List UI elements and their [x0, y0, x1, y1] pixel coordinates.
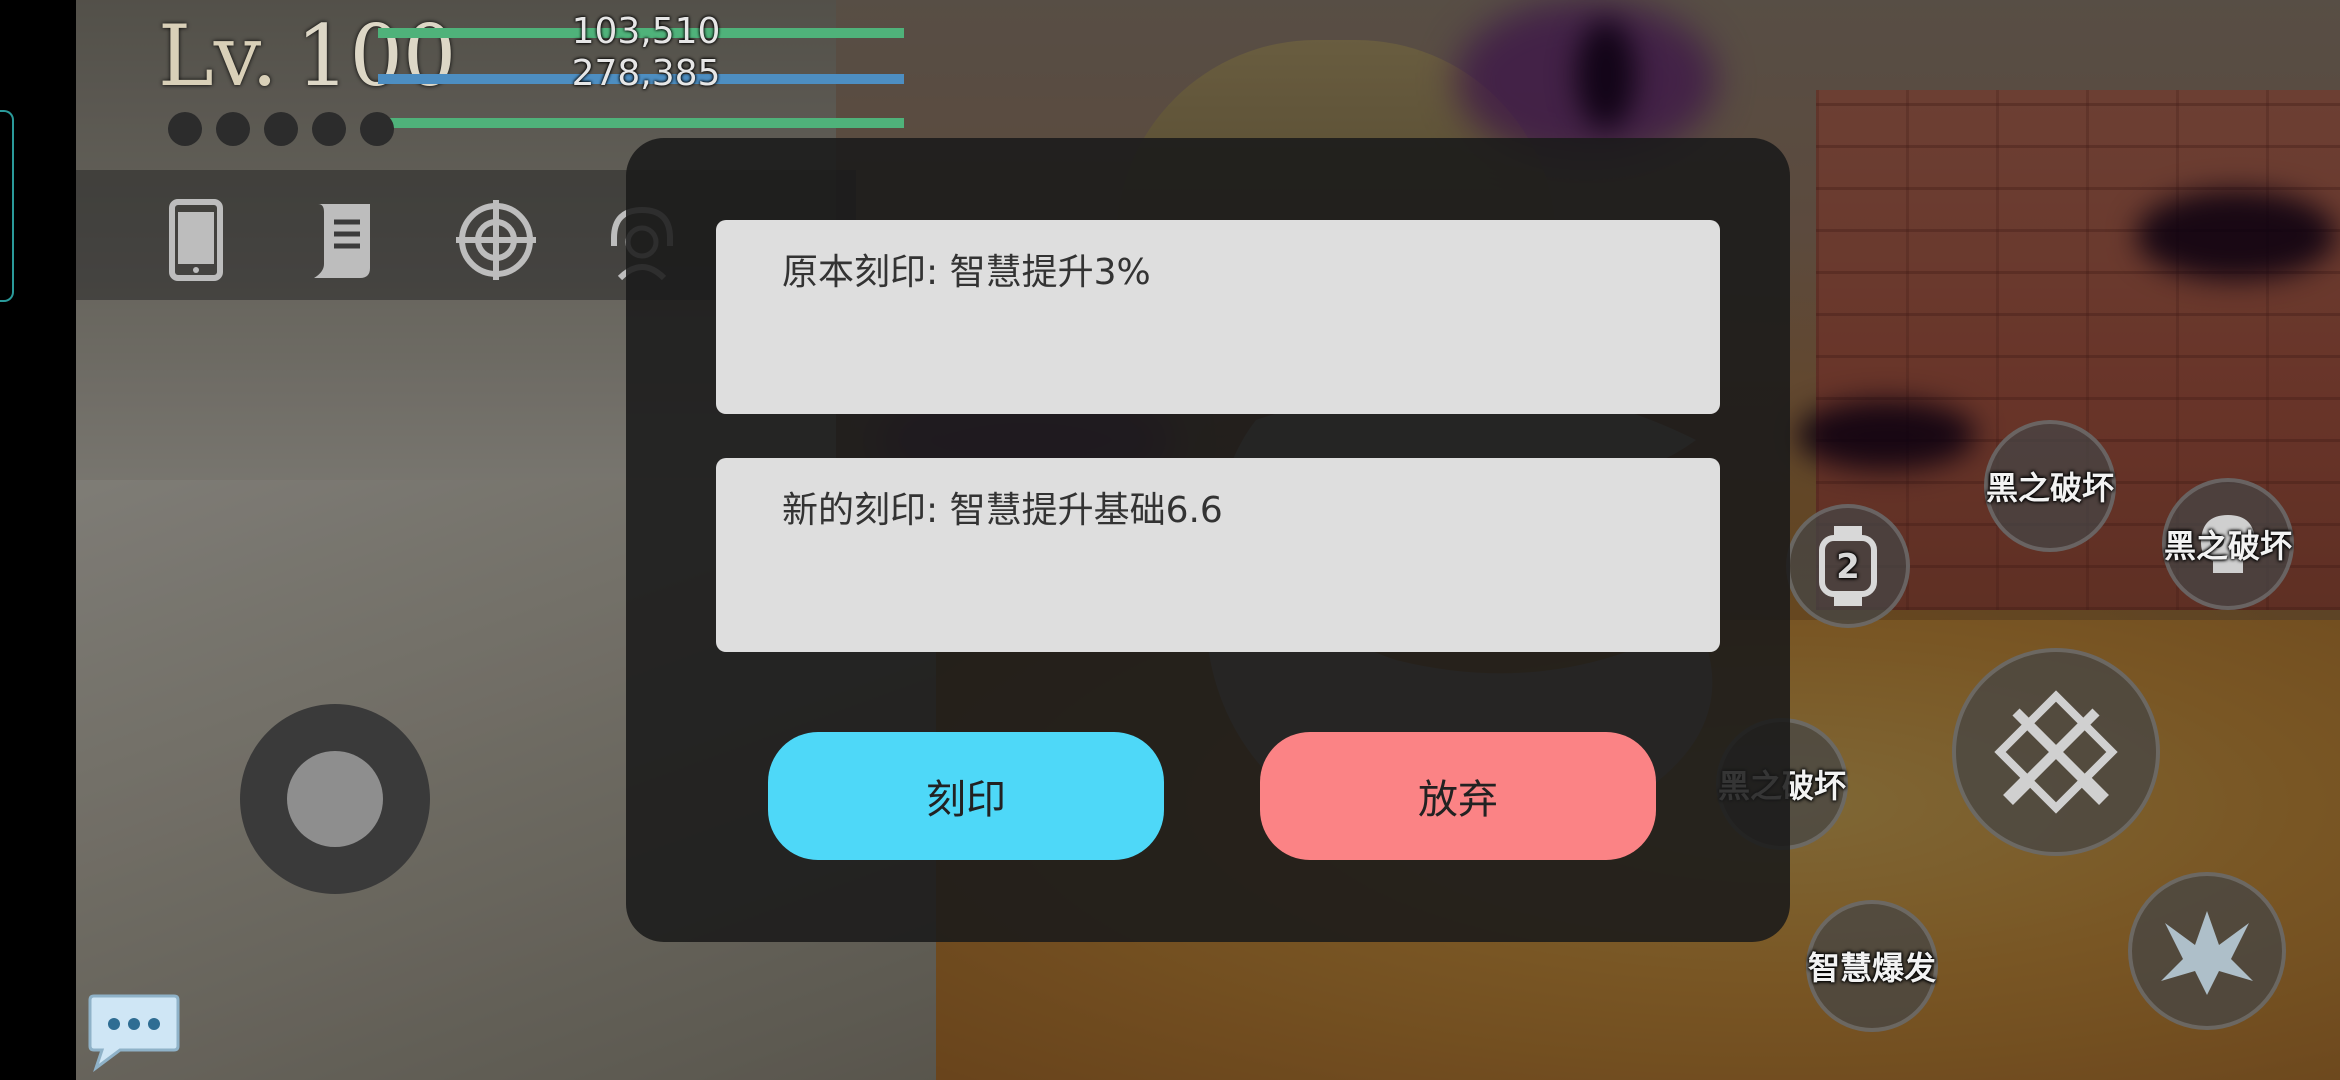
- level-value: 100: [296, 7, 457, 105]
- system-edge-bar: [0, 0, 76, 1080]
- skill-ultimate[interactable]: [2128, 872, 2286, 1030]
- skill-watch[interactable]: 2: [1786, 504, 1910, 628]
- skill-label: 黑之破坏: [2164, 527, 2293, 565]
- attack-button[interactable]: [1952, 648, 2160, 856]
- charge-dots: [168, 112, 408, 150]
- hp-value: 103,510: [571, 11, 721, 52]
- winged-emblem-icon: [2161, 911, 2253, 995]
- crossed-swords-icon: [1994, 690, 2118, 814]
- skill-wisdom-burst[interactable]: 智慧爆发: [1806, 900, 1938, 1032]
- target-icon[interactable]: [446, 190, 546, 290]
- movement-joystick[interactable]: [240, 704, 430, 894]
- abandon-button[interactable]: 放弃: [1260, 732, 1656, 860]
- skill-dark-break-1[interactable]: 黑之破坏: [1984, 420, 2116, 552]
- xp-bar: [378, 118, 904, 128]
- engrave-button[interactable]: 刻印: [768, 732, 1164, 860]
- original-engraving-text: 原本刻印: 智慧提升3%: [782, 252, 1151, 293]
- level-prefix: Lv.: [158, 7, 278, 105]
- charge-dot: [264, 112, 298, 146]
- skill-dark-break-2[interactable]: 黑之破坏: [2162, 478, 2294, 610]
- joystick-knob[interactable]: [287, 751, 383, 847]
- skill-label: 黑之破坏: [1986, 469, 2115, 507]
- phone-icon[interactable]: [146, 190, 246, 290]
- chat-bubble-icon[interactable]: [86, 990, 182, 1072]
- charge-dot: [312, 112, 346, 146]
- watch-icon: 2: [1819, 526, 1877, 606]
- new-engraving-text: 新的刻印: 智慧提升基础6.6: [782, 490, 1223, 531]
- watch-badge: 2: [1836, 547, 1860, 587]
- scroll-icon[interactable]: [294, 190, 394, 290]
- skill-label: 智慧爆发: [1808, 949, 1937, 987]
- original-engraving-box: 原本刻印: 智慧提升3%: [716, 220, 1720, 414]
- edge-panel-handle[interactable]: [0, 110, 14, 302]
- mp-value: 278,385: [571, 53, 721, 94]
- charge-dot: [168, 112, 202, 146]
- new-engraving-box: 新的刻印: 智慧提升基础6.6: [716, 458, 1720, 652]
- engrave-dialog: 原本刻印: 智慧提升3% 新的刻印: 智慧提升基础6.6 刻印 放弃: [626, 138, 1790, 942]
- charge-dot: [216, 112, 250, 146]
- charge-dot: [360, 112, 394, 146]
